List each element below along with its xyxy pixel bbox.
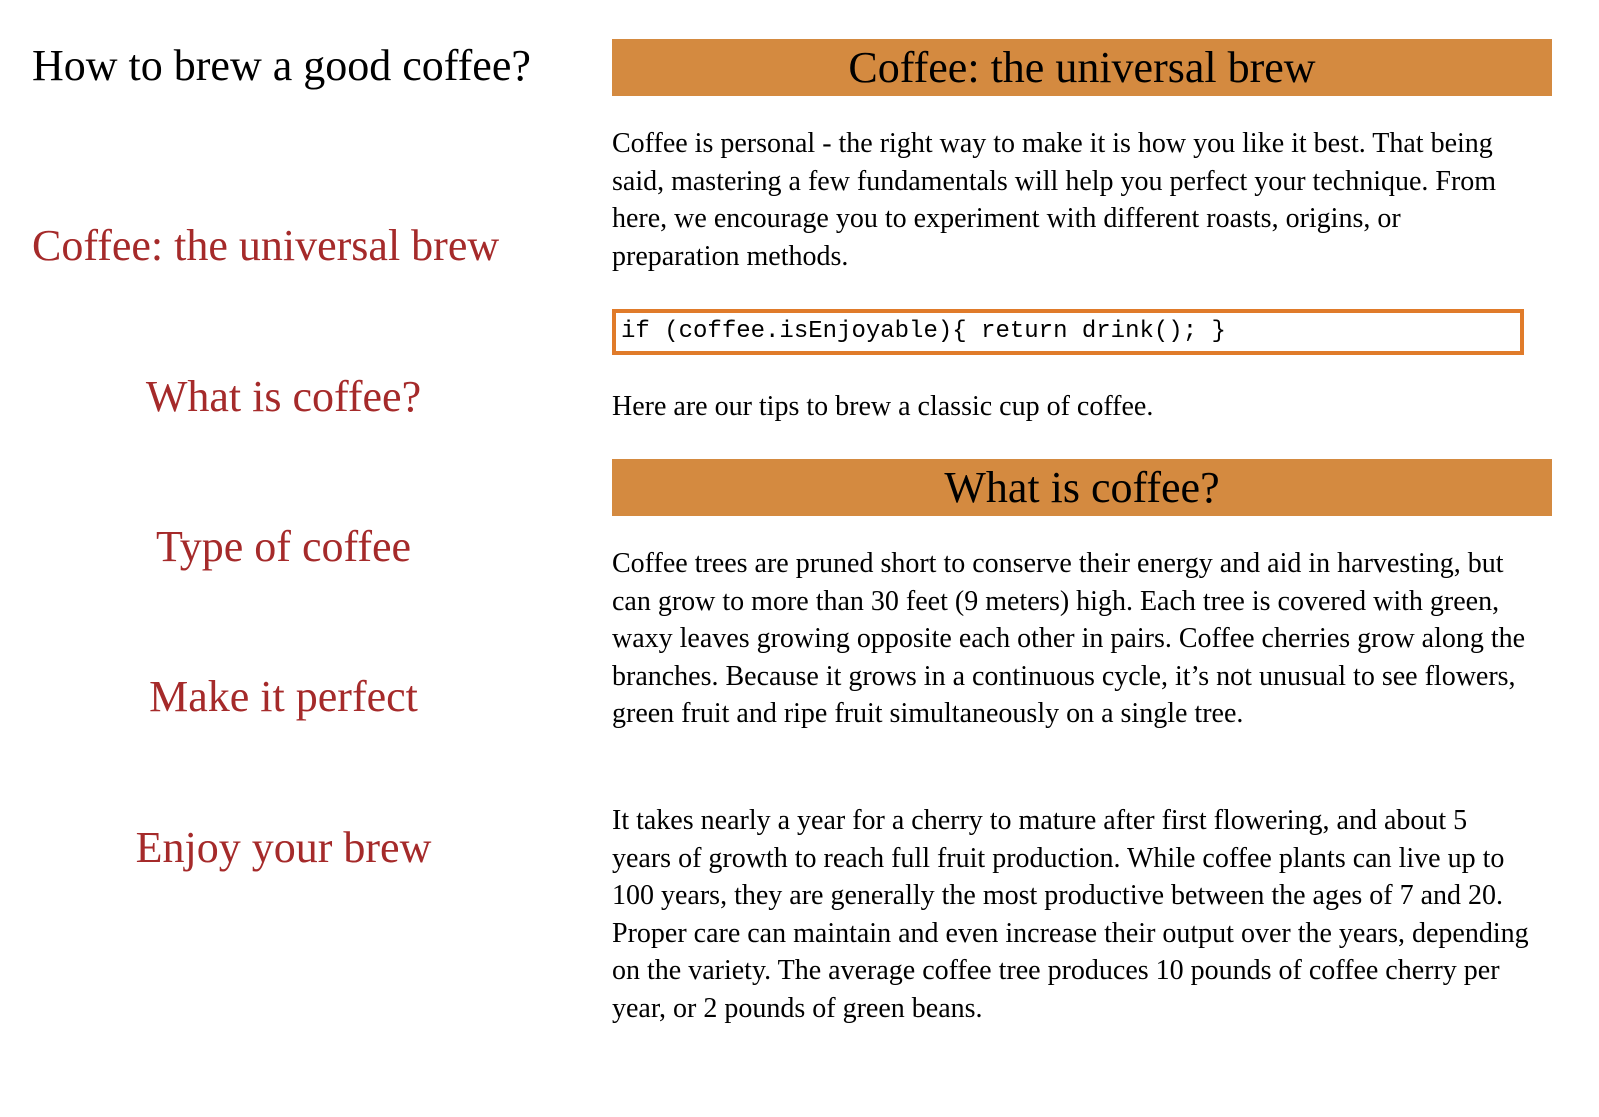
paragraph: Coffee trees are pruned short to conserv…: [612, 548, 1526, 730]
page-title: How to brew a good coffee?: [32, 41, 531, 90]
nav-link-make-it-perfect[interactable]: Make it perfect: [0, 671, 567, 723]
nav-link-type-of-coffee[interactable]: Type of coffee: [0, 521, 567, 573]
intro-paragraph: Coffee is personal - the right way to ma…: [612, 128, 1497, 272]
nav-link-enjoy-your-brew[interactable]: Enjoy your brew: [0, 822, 567, 874]
code-snippet: if (coffee.isEnjoyable){ return drink();…: [612, 309, 1524, 355]
nav-link-what-is-coffee[interactable]: What is coffee?: [0, 371, 567, 423]
nav-link-universal-brew[interactable]: Coffee: the universal brew: [32, 220, 499, 272]
paragraph: It takes nearly a year for a cherry to m…: [612, 805, 1529, 1024]
section-heading: Coffee: the universal brew: [612, 39, 1552, 96]
section-heading: What is coffee?: [612, 459, 1552, 516]
tips-paragraph: Here are our tips to brew a classic cup …: [612, 391, 1154, 422]
sidebar-nav: How to brew a good coffee? Coffee: the u…: [0, 0, 590, 1117]
